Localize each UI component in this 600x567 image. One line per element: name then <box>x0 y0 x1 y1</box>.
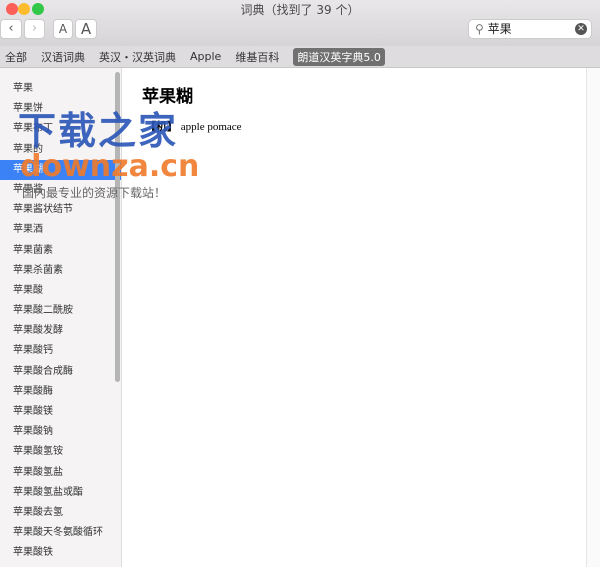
sidebar-item[interactable]: 苹果酱 <box>0 180 121 200</box>
window-title: 词典（找到了 39 个） <box>240 3 360 17</box>
entry-pane: 苹果糊 【机】 apple pomace <box>123 68 586 567</box>
tab-en-zh[interactable]: 英汉・汉英词典 <box>99 49 176 65</box>
forward-button[interactable]: › <box>24 19 45 39</box>
font-smaller-button[interactable]: A <box>53 19 73 39</box>
tab-wikipedia[interactable]: 维基百科 <box>235 49 279 65</box>
sidebar-item[interactable]: 苹果糊 <box>0 159 121 180</box>
sidebar-item[interactable]: 苹果酸发酵 <box>0 321 121 341</box>
sidebar-item[interactable]: 苹果饼 <box>0 99 121 119</box>
sidebar-item[interactable]: 苹果酸氢盐 <box>0 463 121 483</box>
sidebar-item[interactable]: 苹果酸钠 <box>0 422 121 442</box>
sidebar-item[interactable]: 苹果酸酶 <box>0 382 121 402</box>
sidebar-item[interactable]: 苹果菌素 <box>0 241 121 261</box>
clear-search-icon[interactable]: ✕ <box>575 23 587 35</box>
sidebar-item[interactable]: 苹果酸氢铵 <box>0 442 121 462</box>
sidebar-item[interactable]: 苹果酸镁 <box>0 402 121 422</box>
tab-all[interactable]: 全部 <box>5 49 27 65</box>
tab-apple[interactable]: Apple <box>190 50 221 63</box>
sidebar-item[interactable]: 苹果的 <box>0 140 121 160</box>
sidebar-item[interactable]: 苹果 <box>0 79 121 99</box>
headword: 苹果糊 <box>142 87 193 107</box>
search-field[interactable]: ⚲ 苹果 ✕ <box>468 19 592 39</box>
definition-text: apple pomace <box>180 121 242 133</box>
font-larger-button[interactable]: A <box>75 19 97 39</box>
sidebar-item[interactable]: 苹果布丁 <box>0 119 121 139</box>
dictionary-tabs: 全部 汉语词典 英汉・汉英词典 Apple 维基百科 朗道汉英字典5.0 <box>0 46 600 68</box>
sidebar-item[interactable]: 苹果酒 <box>0 220 121 240</box>
sidebar-item[interactable]: 苹果酸去氢 <box>0 503 121 523</box>
sidebar-item[interactable]: 苹果酸天冬氨酸循环 <box>0 523 121 543</box>
sidebar-item[interactable]: 苹果酱状结节 <box>0 200 121 220</box>
sidebar-item[interactable]: 苹果酸二酰胺 <box>0 301 121 321</box>
sidebar-item[interactable]: 苹果杀菌素 <box>0 261 121 281</box>
sidebar-item[interactable]: 苹果酸氢盐或酯 <box>0 483 121 503</box>
sidebar-item[interactable]: 苹果酸 <box>0 281 121 301</box>
field-tag: 【机】 <box>145 121 178 133</box>
results-sidebar: 苹果 苹果饼 苹果布丁 苹果的 苹果糊 苹果酱 苹果酱状结节 苹果酒 苹果菌素 苹果杀菌素 苹果酸苹… <box>0 68 122 567</box>
sidebar-item[interactable]: 苹果酸合成酶 <box>0 362 121 382</box>
tab-chinese[interactable]: 汉语词典 <box>41 49 85 65</box>
back-button[interactable]: ‹ <box>0 19 22 39</box>
sidebar-item[interactable]: 苹果酸钙 <box>0 341 121 361</box>
tab-langdao[interactable]: 朗道汉英字典5.0 <box>293 47 385 66</box>
definition: 【机】 apple pomace <box>145 118 242 134</box>
sidebar-item[interactable]: 苹果酸铁 <box>0 543 121 563</box>
title-bar: 词典（找到了 39 个） ‹ › A A ⚲ 苹果 ✕ <box>0 0 600 46</box>
sidebar-scrollbar[interactable] <box>115 72 120 382</box>
entry-scrollbar-track[interactable] <box>586 68 600 567</box>
search-input[interactable]: 苹果 <box>488 22 512 36</box>
magnifier-icon: ⚲ <box>475 22 484 36</box>
